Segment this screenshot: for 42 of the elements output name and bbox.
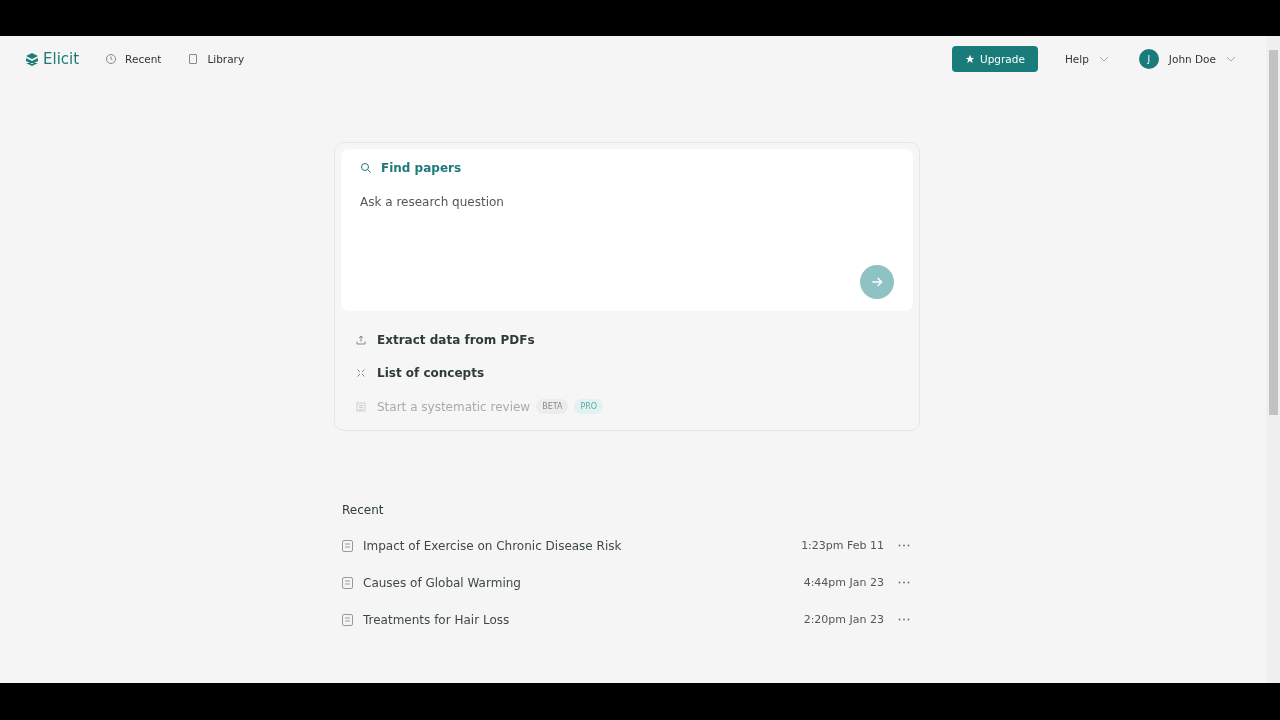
elicit-logo[interactable]: Elicit <box>26 50 80 68</box>
submit-button[interactable] <box>860 265 894 299</box>
chevron-icon <box>1098 56 1109 62</box>
question-field[interactable]: Ask a research question <box>360 195 894 209</box>
notebook-icon <box>342 613 353 626</box>
notebook-icon <box>342 539 353 552</box>
action-link[interactable]: List of concepts <box>355 366 485 380</box>
help-menu[interactable]: Help <box>1064 53 1109 65</box>
arrows-icon <box>355 367 367 379</box>
ellipsis-icon <box>898 618 910 621</box>
book-icon <box>187 53 200 65</box>
find-papers-tab[interactable]: Find papers <box>360 161 462 175</box>
more-button[interactable] <box>896 616 912 623</box>
nav-link[interactable]: Recent <box>105 53 162 65</box>
tier-badge: BETA <box>536 399 569 414</box>
more-button[interactable] <box>896 579 912 586</box>
timestamp: 4:44pm Jan 23 <box>803 576 884 589</box>
section-title: Recent <box>342 503 385 517</box>
more-button[interactable] <box>896 542 912 549</box>
ellipsis-icon <box>898 581 910 584</box>
arrow-icon <box>870 275 884 289</box>
recent-item[interactable]: Treatments for Hair Loss <box>342 612 804 627</box>
ellipsis-icon <box>898 544 910 547</box>
timestamp: 1:23pm Feb 11 <box>801 539 884 552</box>
recent-item[interactable]: Causes of Global Warming <box>342 575 804 590</box>
tier-badge: PRO <box>574 399 604 414</box>
star-icon <box>965 54 975 64</box>
timestamp: 2:20pm Jan 23 <box>803 613 884 626</box>
user-menu[interactable]: J John Doe <box>1138 49 1236 69</box>
search-icon <box>360 162 372 174</box>
action-link[interactable]: Extract data from PDFs <box>355 333 535 347</box>
notebook-icon <box>342 576 353 589</box>
chevron-icon <box>1226 56 1236 62</box>
upgrade-button[interactable]: Upgrade <box>952 46 1038 72</box>
list-icon <box>355 400 367 413</box>
clock-icon <box>105 53 118 65</box>
upload-icon <box>355 334 367 346</box>
logo-icon <box>26 52 38 66</box>
nav-link[interactable]: Library <box>187 53 245 65</box>
recent-item[interactable]: Impact of Exercise on Chronic Disease Risk <box>342 538 802 553</box>
avatar: J <box>1138 49 1159 69</box>
scrollbar[interactable] <box>1266 36 1280 683</box>
